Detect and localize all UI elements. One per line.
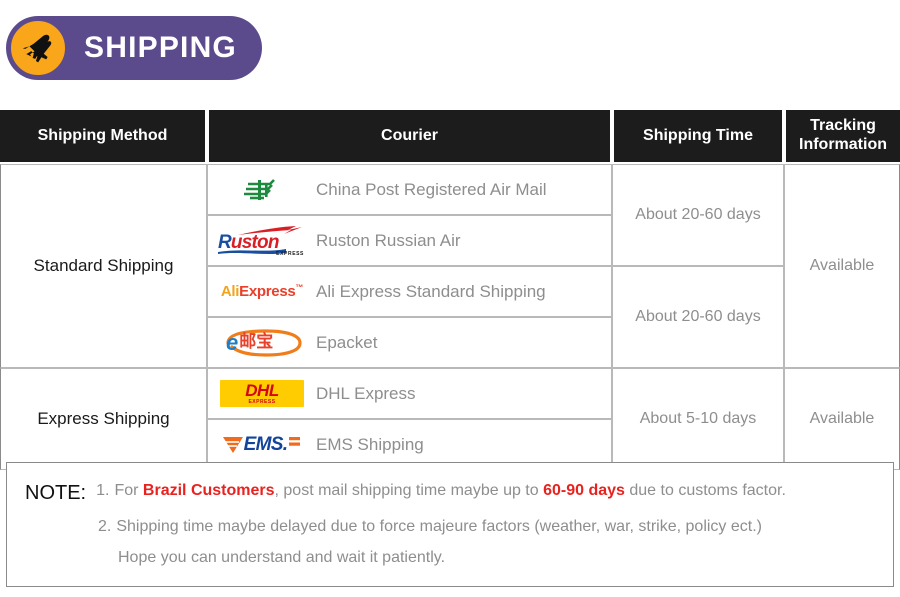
header-courier: Courier xyxy=(207,108,612,164)
note-item1-highlight-days: 60-90 days xyxy=(543,482,625,499)
header-row: Shipping Method Courier Shipping Time Tr… xyxy=(0,108,900,164)
shipping-time-express: About 5-10 days xyxy=(612,368,784,470)
courier-cell-aliexpress: AliExpress™ Ali Express Standard Shippin… xyxy=(207,266,612,317)
dhl-sub: EXPRESS xyxy=(248,398,276,405)
note-label: NOTE: xyxy=(25,482,87,504)
shipping-time-standard-1: About 20-60 days xyxy=(612,164,784,266)
table-body: Standard Shipping China Post Registered … xyxy=(0,164,900,470)
dhl-logo: DHL EXPRESS xyxy=(216,380,308,407)
banner-title: SHIPPING xyxy=(84,31,237,64)
courier-cell-epacket: e 邮宝 Epacket xyxy=(207,317,612,368)
china-post-logo xyxy=(216,177,308,203)
method-express-shipping: Express Shipping xyxy=(0,368,207,470)
table-row: Standard Shipping China Post Registered … xyxy=(0,164,900,368)
note-item1-text: For Brazil Customers, post mail shipping… xyxy=(114,483,785,499)
epacket-logo: e 邮宝 xyxy=(216,328,308,358)
dhl-text: DHL xyxy=(245,380,279,400)
shipping-table-wrapper: Shipping Method Courier Shipping Time Tr… xyxy=(0,108,900,470)
note-item1-b: , post mail shipping time maybe up to xyxy=(274,482,544,499)
ems-logo: EMS. xyxy=(216,434,308,456)
aliexpress-tm: ™ xyxy=(295,283,304,292)
header-tracking-line1: Tracking xyxy=(810,117,876,135)
ruston-sub: EXPRESS xyxy=(276,250,304,257)
ems-text: EMS. xyxy=(243,434,288,455)
tracking-standard: Available xyxy=(784,164,900,368)
header-tracking-information: Tracking Information xyxy=(784,108,900,164)
note-line-2: 2. Shipping time maybe delayed due to fo… xyxy=(25,519,893,535)
epacket-letter: e xyxy=(226,329,239,355)
shipping-info-page: SHIPPING Shipping Method Courier Shippin… xyxy=(0,0,900,597)
method-standard-shipping: Standard Shipping xyxy=(0,164,207,368)
courier-name: EMS Shipping xyxy=(316,434,424,454)
tracking-express: Available xyxy=(784,368,900,470)
table-header: Shipping Method Courier Shipping Time Tr… xyxy=(0,108,900,164)
courier-name: China Post Registered Air Mail xyxy=(316,179,547,199)
epacket-chinese: 邮宝 xyxy=(239,332,274,352)
note-line-3: Hope you can understand and wait it pati… xyxy=(25,550,893,566)
note-box: NOTE: 1. For Brazil Customers, post mail… xyxy=(6,462,894,587)
courier-name: Ruston Russian Air xyxy=(316,230,461,250)
aliexpress-part2: Express xyxy=(239,283,296,300)
courier-name: Ali Express Standard Shipping xyxy=(316,281,546,301)
courier-cell-china-post: China Post Registered Air Mail xyxy=(207,164,612,215)
note-item2-number: 2. xyxy=(98,518,112,535)
note-line-1: NOTE: 1. For Brazil Customers, post mail… xyxy=(25,482,893,504)
table-row: Express Shipping DHL EXPRESS DHL Express xyxy=(0,368,900,470)
shipping-table: Shipping Method Courier Shipping Time Tr… xyxy=(0,108,900,470)
courier-name: DHL Express xyxy=(316,383,416,403)
courier-cell-ruston: Ruston EXPRESS Ruston Russian Air xyxy=(207,215,612,266)
airplane-icon xyxy=(9,19,67,77)
courier-cell-dhl: DHL EXPRESS DHL Express xyxy=(207,368,612,419)
note-item1-number: 1. xyxy=(96,482,110,499)
ruston-logo: Ruston EXPRESS xyxy=(216,225,308,257)
header-tracking-line2: Information xyxy=(799,136,887,153)
note-item1-c: due to customs factor. xyxy=(624,482,786,499)
aliexpress-logo: AliExpress™ xyxy=(216,283,308,300)
courier-name: Epacket xyxy=(316,332,378,352)
shipping-time-standard-2: About 20-60 days xyxy=(612,266,784,368)
note-item1-a: For xyxy=(114,482,143,499)
header-shipping-time: Shipping Time xyxy=(612,108,784,164)
note-item1-highlight-brazil: Brazil Customers xyxy=(142,482,275,499)
shipping-banner: SHIPPING xyxy=(6,16,262,80)
note-item3-text: Hope you can understand and wait it pati… xyxy=(118,549,446,566)
aliexpress-part1: Ali xyxy=(220,283,240,300)
header-shipping-method: Shipping Method xyxy=(0,108,207,164)
note-item2-text: Shipping time maybe delayed due to force… xyxy=(116,518,762,535)
